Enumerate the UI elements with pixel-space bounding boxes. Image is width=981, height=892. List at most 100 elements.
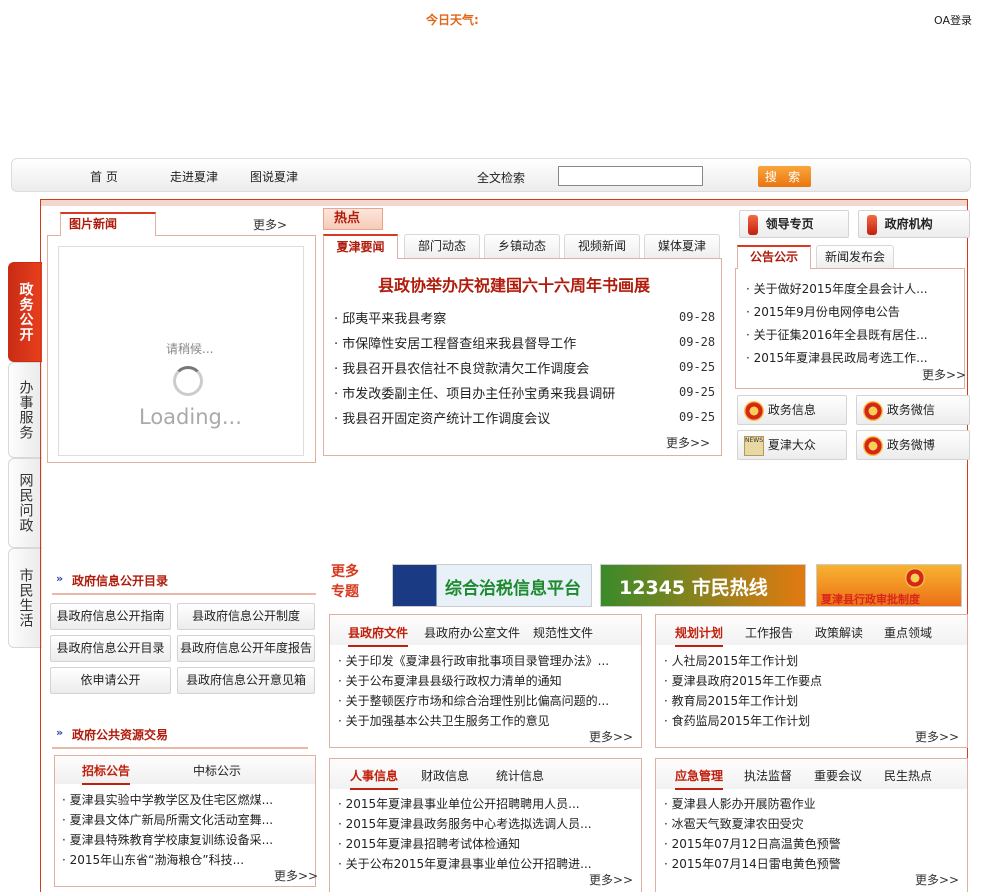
personnel-item[interactable]: · 2015年夏津县政务服务中心考选拟选调人员... (338, 815, 630, 832)
personnel-item[interactable]: · 关于公布2015年夏津县事业单位公开招聘进... (338, 855, 630, 872)
hot-news-item[interactable]: · 我县召开县农信社不良贷款清欠工作调度会 (334, 358, 589, 377)
resource-item[interactable]: · 夏津县实验中学教学区及住宅区燃煤... (62, 791, 312, 808)
admin-approval-banner[interactable]: 夏津县行政审批制度 (816, 564, 962, 607)
resource-item[interactable]: · 夏津县特殊教育学校康复训练设备采... (62, 831, 312, 848)
gov-info-guide-button[interactable]: 县政府信息公开指南 (50, 603, 171, 630)
tab-county-office-documents[interactable]: 县政府办公室文件 (424, 624, 520, 641)
plan-item[interactable]: · 人社局2015年工作计划 (664, 652, 956, 669)
side-tab-government-affairs[interactable]: 政务公开 (8, 262, 42, 362)
hot-news-date: 09-28 (679, 310, 716, 324)
leader-page-button[interactable]: 领导专页 (739, 210, 849, 238)
tab-press-conference[interactable]: 新闻发布会 (816, 245, 894, 268)
tab-finance-info[interactable]: 财政信息 (421, 767, 469, 784)
resource-item[interactable]: · 2015年山东省“渤海粮仓”科技... (62, 851, 312, 868)
gov-weibo-button[interactable]: 政务微博 (856, 430, 970, 460)
side-tab-netizen-inquiry[interactable]: 网民问政 (8, 458, 42, 548)
tab-key-areas[interactable]: 重点领域 (884, 624, 932, 641)
resource-trading-title: 政府公共资源交易 (72, 728, 169, 742)
tab-county-gov-documents[interactable]: 县政府文件 (348, 624, 409, 647)
plan-item[interactable]: · 食药监局2015年工作计划 (664, 712, 956, 729)
side-tab-citizen-life[interactable]: 市民生活 (8, 548, 42, 648)
notice-item[interactable]: · 2015年9月份电网停电公告 (746, 303, 946, 320)
photo-news-title: 图片新闻 (60, 212, 156, 236)
gov-info-annual-report-button[interactable]: 县政府信息公开年度报告 (177, 635, 315, 662)
gov-info-service-button[interactable]: 政务信息 (737, 395, 847, 425)
hot-news-item[interactable]: · 我县召开固定资产统计工作调度会议 (334, 408, 550, 427)
emergency-item[interactable]: · 2015年07月14日雷电黄色预警 (664, 855, 956, 872)
document-item[interactable]: · 关于整顿医疗市场和综合治理性别比偏高问题的... (338, 692, 630, 709)
hot-news-more-link[interactable]: 更多>> (666, 434, 710, 451)
weather-label: 今日天气: (426, 13, 479, 27)
tab-tender-announcement[interactable]: 招标公告 (82, 762, 131, 785)
gov-info-feedback-box-button[interactable]: 县政府信息公开意见箱 (177, 667, 315, 694)
side-tab-services[interactable]: 办事服务 (8, 362, 42, 458)
tab-media-xiajin[interactable]: 媒体夏津 (644, 234, 720, 258)
tab-announcements[interactable]: 公告公示 (737, 245, 811, 269)
nav-pictures-xiajin[interactable]: 图说夏津 (250, 168, 298, 185)
gov-wechat-button[interactable]: 政务微信 (856, 395, 970, 425)
frame-top-stripe (41, 200, 967, 206)
tab-work-reports[interactable]: 工作报告 (745, 624, 793, 641)
tab-statistics-info[interactable]: 统计信息 (496, 767, 544, 784)
tab-important-meetings[interactable]: 重要会议 (814, 767, 862, 784)
hot-news-date: 09-25 (679, 360, 716, 374)
tab-personnel-info[interactable]: 人事信息 (350, 767, 399, 790)
tab-xiajin-news[interactable]: 夏津要闻 (323, 234, 398, 259)
emergency-item[interactable]: · 夏津县人影办开展防雹作业 (664, 795, 956, 812)
plans-more-link[interactable]: 更多>> (915, 728, 959, 745)
national-emblem-icon (744, 400, 764, 421)
plan-item[interactable]: · 教育局2015年工作计划 (664, 692, 956, 709)
notice-item[interactable]: · 关于征集2016年全县既有居住... (746, 326, 946, 343)
personnel-more-link[interactable]: 更多>> (589, 871, 633, 888)
loading-hint: 请稍候... (166, 342, 214, 356)
gov-info-system-button[interactable]: 县政府信息公开制度 (177, 603, 315, 630)
hot-news-item[interactable]: · 市保障性安居工程督查组来我县督导工作 (334, 333, 576, 352)
document-item[interactable]: · 关于印发《夏津县行政审批事项目录管理办法》... (338, 652, 630, 669)
notice-item[interactable]: · 2015年夏津县民政局考选工作... (746, 349, 946, 366)
resource-item[interactable]: · 夏津县文体广新局所需文化活动室舞... (62, 811, 312, 828)
documents-more-link[interactable]: 更多>> (589, 728, 633, 745)
nav-about-xiajin[interactable]: 走进夏津 (170, 168, 218, 185)
document-item[interactable]: · 关于加强基本公共卫生服务工作的意见 (338, 712, 630, 729)
photo-news-more-link[interactable]: 更多> (253, 216, 287, 233)
tab-bid-award-notice[interactable]: 中标公示 (193, 762, 241, 779)
tab-township-news[interactable]: 乡镇动态 (484, 234, 560, 258)
loading-spinner-icon (173, 366, 203, 396)
personnel-item[interactable]: · 2015年夏津县事业单位公开招聘聘用人员... (338, 795, 630, 812)
search-input[interactable] (558, 166, 703, 186)
double-arrow-icon: » (56, 726, 64, 739)
citizen-hotline-banner[interactable]: 12345 市民热线 (600, 564, 806, 607)
emergency-item[interactable]: · 冰雹天气致夏津农田受灾 (664, 815, 956, 832)
nav-home[interactable]: 首 页 (90, 168, 118, 185)
tab-normative-documents[interactable]: 规范性文件 (533, 624, 593, 641)
oa-login-link[interactable]: OA登录 (934, 12, 972, 28)
newspaper-icon: NEWS (744, 435, 764, 456)
xiajin-dazhong-button[interactable]: NEWS 夏津大众 (737, 430, 847, 460)
government-org-button[interactable]: 政府机构 (858, 210, 970, 238)
notice-more-link[interactable]: 更多>> (922, 366, 966, 383)
tab-policy-interpretation[interactable]: 政策解读 (815, 624, 863, 641)
resource-more-link[interactable]: 更多>> (274, 867, 318, 884)
more-topics-label[interactable]: 更多专题 (331, 562, 367, 602)
tab-department-news[interactable]: 部门动态 (404, 234, 480, 258)
tab-video-news[interactable]: 视频新闻 (564, 234, 640, 258)
apply-disclosure-button[interactable]: 依申请公开 (50, 667, 171, 694)
notice-item[interactable]: · 关于做好2015年度全县会计人... (746, 280, 946, 297)
personnel-item[interactable]: · 2015年夏津县招聘考试体检通知 (338, 835, 630, 852)
search-button[interactable]: 搜 索 (758, 166, 811, 187)
tab-livelihood-hotspots[interactable]: 民生热点 (884, 767, 932, 784)
tab-emergency-management[interactable]: 应急管理 (675, 767, 724, 790)
search-label: 全文检索 (477, 171, 526, 185)
hot-news-item[interactable]: · 市发改委副主任、项目办主任孙宝勇来我县调研 (334, 383, 615, 402)
gov-info-catalog-button[interactable]: 县政府信息公开目录 (50, 635, 171, 662)
plan-item[interactable]: · 夏津县政府2015年工作要点 (664, 672, 956, 689)
emergency-more-link[interactable]: 更多>> (915, 871, 959, 888)
tax-platform-banner[interactable]: 综合治税信息平台 (392, 564, 592, 607)
document-item[interactable]: · 关于公布夏津县县级行政权力清单的通知 (338, 672, 630, 689)
emergency-item[interactable]: · 2015年07月12日高温黄色预警 (664, 835, 956, 852)
national-emblem-icon (863, 435, 883, 456)
tab-plans[interactable]: 规划计划 (675, 624, 724, 647)
hot-headline[interactable]: 县政协举办庆祝建国六十六周年书画展 (378, 272, 650, 296)
tab-law-enforcement[interactable]: 执法监督 (744, 767, 792, 784)
hot-news-item[interactable]: · 邱夷平来我县考察 (334, 308, 446, 327)
